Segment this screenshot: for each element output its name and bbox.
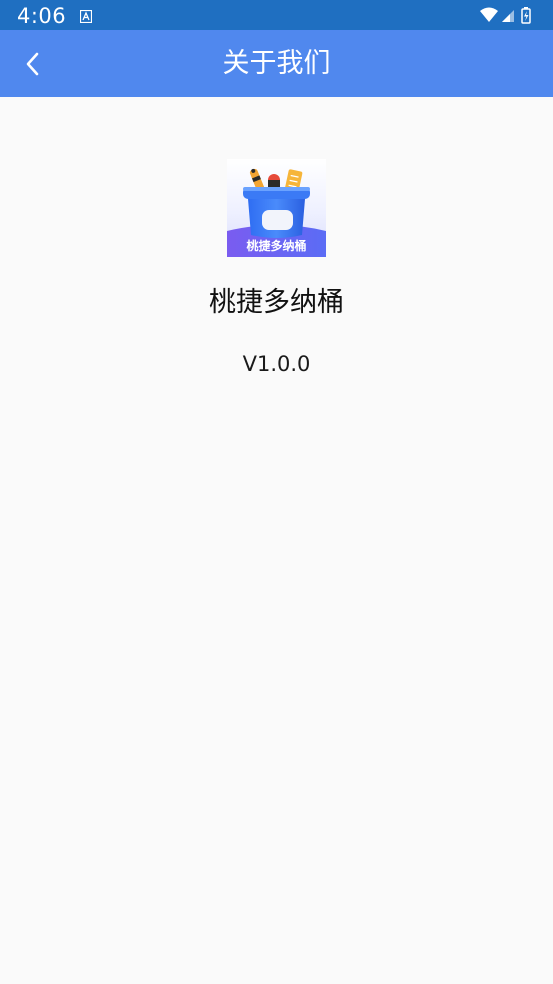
status-time: 4:06 bbox=[17, 4, 67, 28]
logo-text: 桃捷多纳桶 bbox=[246, 239, 307, 253]
page-title: 关于我们 bbox=[222, 48, 331, 79]
app-version: V1.0.0 bbox=[242, 352, 311, 376]
app-logo: 桃捷多纳桶 bbox=[227, 159, 326, 257]
wifi-icon bbox=[480, 7, 498, 22]
app-name: 桃捷多纳桶 bbox=[209, 287, 344, 318]
status-icons bbox=[479, 6, 539, 24]
app-bar: 关于我们 bbox=[0, 30, 553, 97]
status-bar: 4:06 bbox=[0, 0, 553, 30]
app-notification-icon bbox=[79, 8, 93, 24]
signal-icon bbox=[502, 10, 514, 22]
battery-charging-icon bbox=[521, 7, 531, 24]
